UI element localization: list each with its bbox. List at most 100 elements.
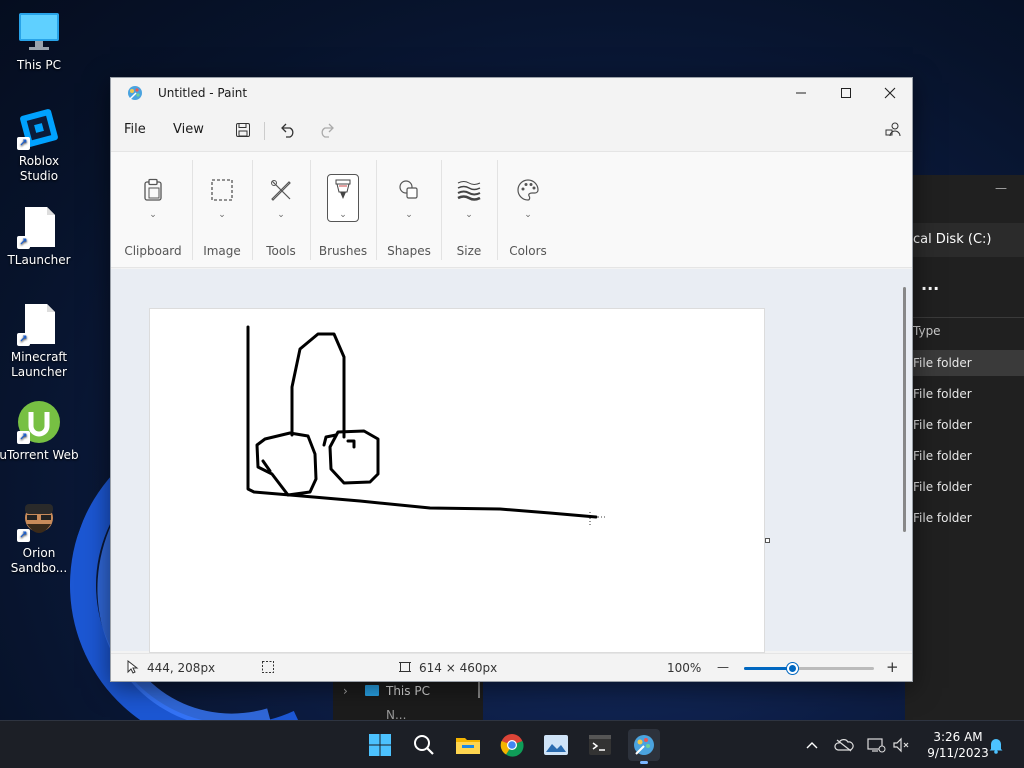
undo-button[interactable] (274, 118, 302, 142)
desktop-icon-label: Roblox Studio (18, 154, 60, 183)
zoom-slider[interactable] (744, 663, 874, 674)
tools-icon (265, 174, 297, 206)
paint-window: Untitled - Paint File View ⌄ Clipboard ⌄… (110, 77, 913, 682)
search-button[interactable] (408, 729, 440, 761)
start-icon (369, 734, 391, 756)
zoom-slider-thumb[interactable] (787, 663, 798, 674)
nav-item-network[interactable]: N... (386, 708, 406, 720)
nav-item-this-pc[interactable]: This PC (386, 684, 430, 698)
chevron-right-icon[interactable]: › (343, 684, 348, 698)
status-bar: 444, 208px 614 × 460px 100% — + (111, 653, 912, 681)
vertical-scrollbar[interactable] (903, 287, 906, 532)
taskbar-chrome[interactable] (496, 729, 528, 761)
roblox-studio-icon: ↗ (17, 106, 61, 150)
table-row[interactable]: File folder (913, 480, 972, 494)
network-icon[interactable] (866, 735, 886, 755)
desktop-icon-label: This PC (17, 58, 61, 72)
ribbon-divider (376, 160, 377, 260)
table-row[interactable]: File folder (913, 356, 972, 370)
size-icon (453, 174, 485, 206)
table-row[interactable]: File folder (913, 387, 972, 401)
canvas-size: 614 × 460px (419, 661, 498, 675)
window-title: Untitled - Paint (158, 86, 248, 100)
shortcut-arrow-icon: ↗ (17, 236, 30, 249)
taskbar-photos[interactable] (540, 729, 572, 761)
address-path: ocal Disk (C:) (905, 232, 992, 247)
canvas-resize-handle[interactable] (765, 538, 770, 543)
table-row[interactable]: File folder (913, 511, 972, 525)
taskbar-terminal[interactable] (584, 729, 616, 761)
header-divider (905, 317, 1024, 318)
chevron-up-icon[interactable] (802, 735, 822, 755)
zoom-level[interactable]: 100% (667, 661, 701, 675)
palette-icon (512, 174, 544, 206)
menu-file[interactable]: File (124, 122, 146, 137)
chevron-down-icon: ⌄ (405, 210, 413, 220)
selection-icon (206, 174, 238, 206)
toolbar-divider (264, 122, 265, 140)
scrollbar[interactable] (478, 682, 480, 698)
file-explorer-window: — ocal Disk (C:) ··· Type File folder Fi… (905, 175, 1024, 720)
monitor-icon (365, 685, 379, 696)
onedrive-icon[interactable] (834, 735, 854, 755)
zoom-slider-fill (744, 667, 793, 670)
table-row[interactable]: File folder (913, 418, 972, 432)
maximize-button[interactable] (823, 78, 869, 108)
ribbon-group-tools[interactable]: ⌄ Tools (256, 152, 306, 269)
ribbon-group-brushes[interactable]: ⌄ Brushes (315, 152, 371, 269)
shortcut-arrow-icon: ↗ (17, 529, 30, 542)
desktop-icon-minecraft-launcher[interactable]: ↗ Minecraft Launcher (0, 302, 79, 380)
taskbar-file-explorer[interactable] (452, 729, 484, 761)
selection-size-icon (261, 660, 275, 677)
ribbon-group-label: Image (203, 244, 241, 258)
column-header-type[interactable]: Type (913, 324, 941, 338)
paint-icon (634, 735, 654, 755)
ribbon-divider (441, 160, 442, 260)
ribbon-group-shapes[interactable]: ⌄ Shapes (381, 152, 437, 269)
ribbon-group-colors[interactable]: ⌄ Colors (501, 152, 555, 269)
desktop-icon-roblox-studio[interactable]: ↗ Roblox Studio (0, 106, 79, 184)
cursor-position: 444, 208px (147, 661, 216, 675)
notification-bell-icon[interactable] (986, 735, 1006, 755)
desktop-icon-utorrent-web[interactable]: ↗ uTorrent Web (0, 400, 79, 463)
taskbar-paint[interactable] (628, 729, 660, 764)
save-button[interactable] (229, 118, 257, 142)
ribbon-group-image[interactable]: ⌄ Image (196, 152, 248, 269)
ribbon-group-clipboard[interactable]: ⌄ Clipboard (119, 152, 187, 269)
zoom-in-button[interactable]: + (886, 658, 899, 676)
terminal-icon (589, 735, 611, 755)
minimize-button[interactable] (778, 78, 824, 108)
utorrent-icon: ↗ (17, 400, 61, 444)
close-button[interactable] (867, 78, 913, 108)
table-row[interactable]: File folder (913, 449, 972, 463)
redo-button[interactable] (313, 118, 341, 142)
drawing-canvas[interactable] (149, 308, 765, 653)
title-bar[interactable]: Untitled - Paint (111, 78, 912, 108)
desktop-icon-this-pc[interactable]: This PC (0, 10, 79, 73)
ribbon-group-label: Size (456, 244, 482, 258)
save-icon (236, 123, 250, 137)
undo-icon (281, 123, 294, 138)
chevron-down-icon: ⌄ (218, 210, 226, 220)
canvas-size-icon (398, 660, 412, 677)
cursor-icon (127, 659, 139, 677)
canvas-workspace[interactable] (111, 269, 912, 653)
paint-icon (127, 85, 143, 105)
monitor-icon (17, 10, 61, 54)
desktop-icon-tlauncher[interactable]: ↗ TLauncher (0, 205, 79, 268)
address-bar[interactable]: ocal Disk (C:) (905, 223, 1024, 257)
desktop-icon-orion-sandbox[interactable]: ↗ Orion Sandbo... (0, 498, 79, 576)
brush-icon (327, 174, 359, 206)
account-button[interactable] (879, 118, 907, 142)
minimize-icon[interactable]: — (995, 181, 1007, 195)
start-button[interactable] (364, 729, 396, 761)
chrome-icon (500, 734, 524, 757)
minimize-icon (796, 92, 806, 94)
ribbon-group-size[interactable]: ⌄ Size (445, 152, 493, 269)
more-options-icon[interactable]: ··· (921, 279, 939, 298)
volume-muted-icon[interactable] (891, 735, 911, 755)
menu-view[interactable]: View (173, 122, 204, 137)
maximize-icon (841, 88, 851, 98)
ribbon-group-label: Brushes (318, 244, 368, 258)
zoom-out-button[interactable]: — (717, 660, 729, 674)
